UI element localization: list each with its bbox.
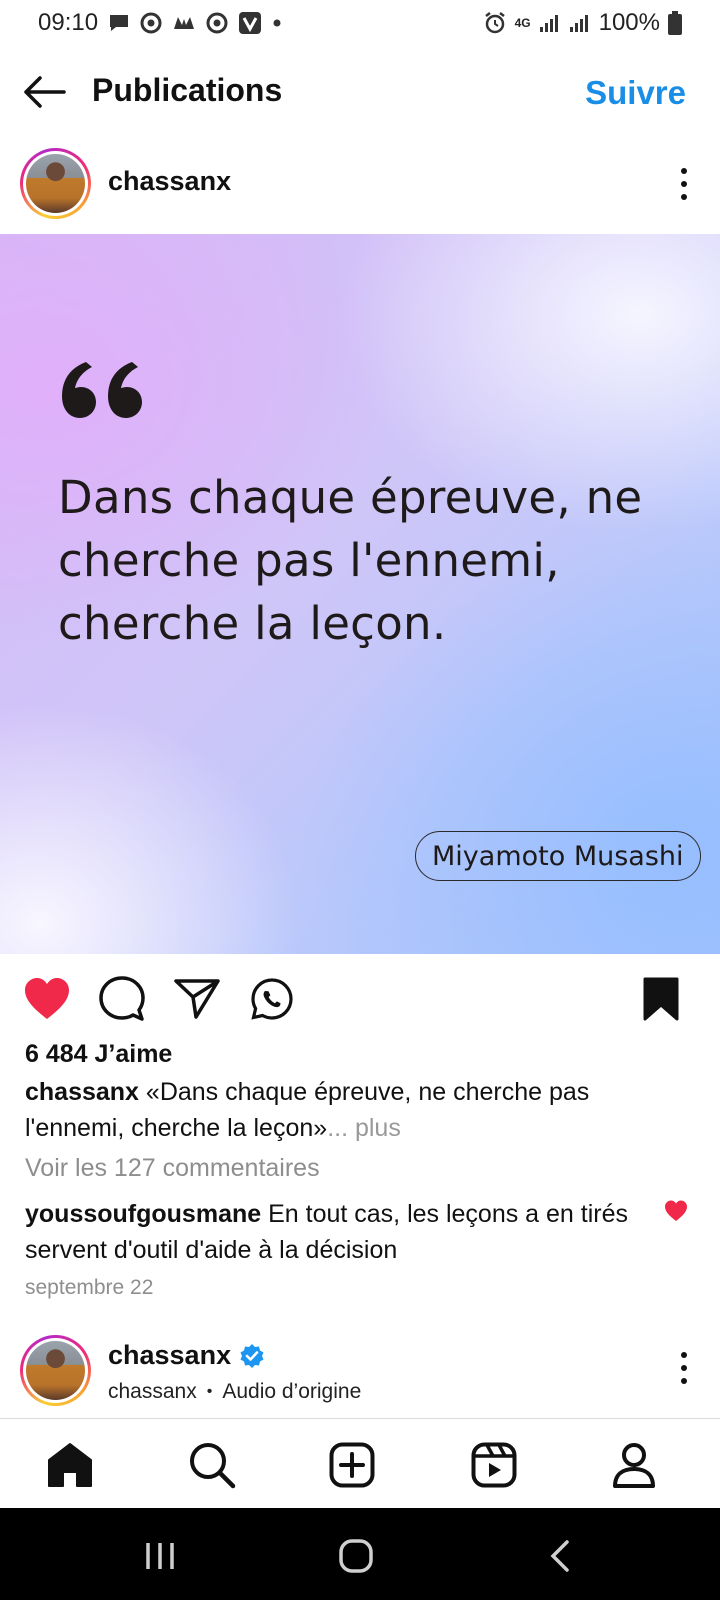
caption-more-link[interactable]: ... plus xyxy=(327,1114,401,1142)
comment-button[interactable] xyxy=(97,974,147,1024)
comment-like-button[interactable] xyxy=(664,1200,688,1224)
bookmark-filled-icon xyxy=(643,977,679,1021)
nav-home[interactable] xyxy=(44,1439,96,1491)
heart-filled-icon xyxy=(665,1200,687,1221)
next-post-username[interactable]: chassanx xyxy=(108,1340,231,1371)
recent-apps-button[interactable] xyxy=(140,1536,180,1576)
back-button[interactable] xyxy=(20,68,68,116)
vpn-app-icon xyxy=(238,11,262,35)
chevron-left-icon xyxy=(550,1540,569,1572)
system-nav-bar xyxy=(0,1508,720,1600)
reels-icon xyxy=(471,1442,517,1488)
alarm-icon xyxy=(483,11,507,35)
top-bar: Publications Suivre xyxy=(0,46,720,138)
post-actions xyxy=(0,954,720,1044)
next-post-sub-user[interactable]: chassanx xyxy=(108,1380,197,1404)
next-post-subtitle: chassanx • Audio d’origine xyxy=(108,1380,361,1404)
bottom-nav xyxy=(0,1418,720,1508)
share-button[interactable] xyxy=(172,974,222,1024)
next-post-header: chassanx chassanx • Audio d’origine xyxy=(0,1300,720,1418)
like-button[interactable] xyxy=(22,974,72,1024)
comment-username[interactable]: youssoufgousmane xyxy=(25,1200,261,1228)
status-left: 09:10 xyxy=(38,9,282,37)
status-right: 4G 100% xyxy=(483,9,682,37)
post-header: chassanx xyxy=(0,138,720,234)
verified-badge-icon xyxy=(240,1343,264,1368)
post-image[interactable]: Dans chaque épreuve, ne cherche pas l'en… xyxy=(0,234,720,954)
avatar-image xyxy=(26,154,85,213)
app-notification-icon xyxy=(172,13,196,33)
three-dots-vertical-icon xyxy=(681,168,687,174)
home-icon xyxy=(48,1443,92,1487)
quote-text: Dans chaque épreuve, ne cherche pas l'en… xyxy=(58,471,643,650)
back-system-button[interactable] xyxy=(540,1536,580,1576)
paper-plane-icon xyxy=(174,979,220,1019)
whatsapp-share-button[interactable] xyxy=(247,974,297,1024)
caption-username[interactable]: chassanx xyxy=(25,1078,139,1106)
comment-item: youssoufgousmane En tout cas, les leçons… xyxy=(25,1196,635,1268)
message-icon xyxy=(108,13,130,33)
page-title: Publications xyxy=(92,72,283,108)
status-bar: 09:10 4G 100% xyxy=(0,0,720,46)
more-options-button[interactable] xyxy=(672,164,696,204)
post-caption: chassanx «Dans chaque épreuve, ne cherch… xyxy=(25,1074,675,1146)
signal-icon xyxy=(539,13,561,33)
nav-reels[interactable] xyxy=(468,1439,520,1491)
search-icon xyxy=(190,1443,236,1489)
next-post-username-row: chassanx xyxy=(108,1340,265,1371)
battery-percent: 100% xyxy=(598,9,660,36)
create-post-icon xyxy=(329,1442,375,1488)
arrow-left-icon xyxy=(24,76,66,108)
save-button[interactable] xyxy=(636,974,686,1024)
post-date: septembre 22 xyxy=(25,1276,154,1299)
nav-profile[interactable] xyxy=(608,1439,660,1491)
three-dots-vertical-icon xyxy=(681,1352,687,1358)
avatar[interactable] xyxy=(20,148,91,219)
quote-mark-icon xyxy=(62,362,142,418)
nav-create[interactable] xyxy=(326,1439,378,1491)
avatar-image xyxy=(26,1341,85,1400)
heart-filled-icon xyxy=(25,978,69,1019)
profile-icon xyxy=(613,1443,655,1488)
battery-icon xyxy=(668,11,682,35)
status-time: 09:10 xyxy=(38,9,99,36)
chrome-icon xyxy=(140,12,162,34)
more-notifications-dot-icon xyxy=(272,18,282,28)
next-post-avatar[interactable] xyxy=(20,1335,91,1406)
recent-apps-icon xyxy=(146,1543,174,1569)
nav-search[interactable] xyxy=(186,1439,238,1491)
likes-count[interactable]: 6 484 J’aime xyxy=(25,1040,172,1069)
network-type-label: 4G xyxy=(514,16,531,30)
whatsapp-icon xyxy=(251,978,293,1020)
post-username[interactable]: chassanx xyxy=(108,166,231,197)
chrome-icon-2 xyxy=(206,12,228,34)
separator-dot: • xyxy=(206,1383,213,1400)
author-pill: Miyamoto Musashi xyxy=(415,831,701,881)
signal-icon-2 xyxy=(569,13,591,33)
view-comments-link[interactable]: Voir les 127 commentaires xyxy=(25,1154,320,1183)
home-system-button[interactable] xyxy=(336,1536,376,1576)
comment-icon xyxy=(99,976,145,1021)
audio-link[interactable]: Audio d’origine xyxy=(222,1380,361,1404)
next-post-more-button[interactable] xyxy=(672,1348,696,1388)
follow-button[interactable]: Suivre xyxy=(585,74,686,112)
home-circle-icon xyxy=(339,1539,373,1573)
